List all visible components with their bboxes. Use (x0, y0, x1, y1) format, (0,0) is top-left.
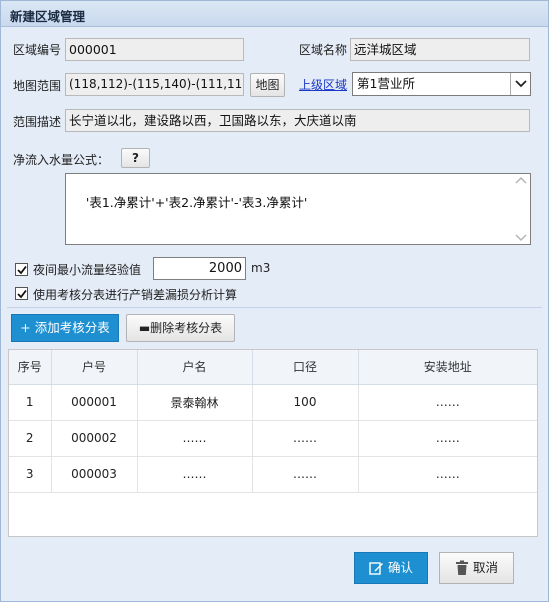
table-row[interactable]: 3 000003 …… …… …… (9, 456, 537, 493)
table-header-row: 序号 户号 户名 口径 安装地址 (9, 350, 537, 385)
description-label: 范围描述 (13, 115, 62, 129)
add-sub-table-button[interactable]: + 添加考核分表 (11, 314, 119, 342)
use-sub-tables-checkbox[interactable] (15, 287, 28, 300)
dropdown-arrow-icon[interactable] (510, 73, 530, 95)
scroll-up-icon[interactable] (515, 176, 527, 184)
checkbox-check-icon (16, 289, 27, 298)
map-range-field[interactable]: (118,112)-(115,140)-(111,119) (65, 73, 244, 96)
checkbox-check-icon (16, 265, 27, 274)
night-flow-unit: m3 (251, 261, 271, 275)
map-button[interactable]: 地图 (250, 73, 285, 97)
formula-label: 净流入水量公式： (13, 153, 110, 167)
edit-icon (369, 561, 383, 575)
table-cell: 1 (9, 384, 52, 421)
use-sub-tables-label: 使用考核分表进行产销差漏损分析计算 (33, 288, 238, 302)
table-cell: 2 (9, 420, 52, 457)
table-cell: 景泰翰林 (137, 384, 253, 421)
table-cell: 000001 (51, 384, 138, 421)
sub-table: 序号 户号 户名 口径 安装地址 1 000001 景泰翰林 100 …… 2 (9, 350, 537, 493)
cancel-label: 取消 (472, 560, 498, 575)
area-name-field[interactable]: 远洋城区域 (350, 38, 530, 61)
dialog-title: 新建区域管理 (10, 9, 86, 24)
area-code-label: 区域编号 (13, 43, 62, 57)
column-header[interactable]: 户号 (51, 350, 138, 385)
formula-scrollbar[interactable] (512, 174, 530, 244)
divider (7, 307, 542, 308)
parent-area-select[interactable]: 第1营业所 (352, 72, 531, 96)
column-header[interactable]: 口径 (252, 350, 359, 385)
formula-textarea[interactable]: '表1.净累计'+'表2.净累计'-'表3.净累计' (65, 173, 531, 245)
confirm-button[interactable]: 确认 (354, 552, 428, 584)
parent-area-selected: 第1营业所 (357, 76, 415, 91)
table-cell: …… (252, 420, 359, 457)
column-header[interactable]: 序号 (9, 350, 52, 385)
table-cell: …… (358, 384, 537, 421)
help-icon[interactable]: ? (121, 148, 150, 168)
trash-icon (455, 560, 468, 575)
table-cell: 000003 (51, 456, 138, 493)
map-range-label: 地图范围 (13, 79, 62, 93)
table-row[interactable]: 2 000002 …… …… …… (9, 420, 537, 457)
table-cell: …… (137, 456, 253, 493)
table-cell: 3 (9, 456, 52, 493)
scroll-down-icon[interactable] (515, 234, 527, 242)
table-cell: …… (358, 420, 537, 457)
parent-area-link[interactable]: 上级区域 (299, 76, 347, 93)
description-field[interactable]: 长宁道以北，建设路以西，卫国路以东，大庆道以南 (65, 109, 530, 132)
table-cell: …… (252, 456, 359, 493)
delete-sub-table-button[interactable]: ▬删除考核分表 (126, 314, 235, 342)
formula-text: '表1.净累计'+'表2.净累计'-'表3.净累计' (85, 195, 308, 210)
night-flow-checkbox[interactable] (15, 263, 28, 276)
sub-table-grid: 序号 户号 户名 口径 安装地址 1 000001 景泰翰林 100 …… 2 (8, 349, 538, 537)
new-area-dialog: 新建区域管理 区域编号 000001 区域名称 远洋城区域 地图范围 (118,… (0, 0, 549, 602)
dialog-titlebar: 新建区域管理 (1, 1, 548, 27)
table-cell: 000002 (51, 420, 138, 457)
column-header[interactable]: 安装地址 (358, 350, 537, 385)
table-cell: …… (137, 420, 253, 457)
area-name-label: 区域名称 (299, 43, 348, 57)
table-row[interactable]: 1 000001 景泰翰林 100 …… (9, 384, 537, 421)
table-cell: …… (358, 456, 537, 493)
confirm-label: 确认 (387, 560, 413, 575)
cancel-button[interactable]: 取消 (439, 552, 514, 584)
column-header[interactable]: 户名 (137, 350, 253, 385)
minus-icon: ▬ (138, 321, 151, 335)
delete-sub-table-label: 删除考核分表 (150, 321, 223, 335)
night-flow-label: 夜间最小流量经验值 (33, 263, 142, 277)
table-cell: 100 (252, 384, 359, 421)
area-code-field[interactable]: 000001 (65, 38, 244, 61)
night-flow-input[interactable]: 2000 (153, 257, 246, 280)
